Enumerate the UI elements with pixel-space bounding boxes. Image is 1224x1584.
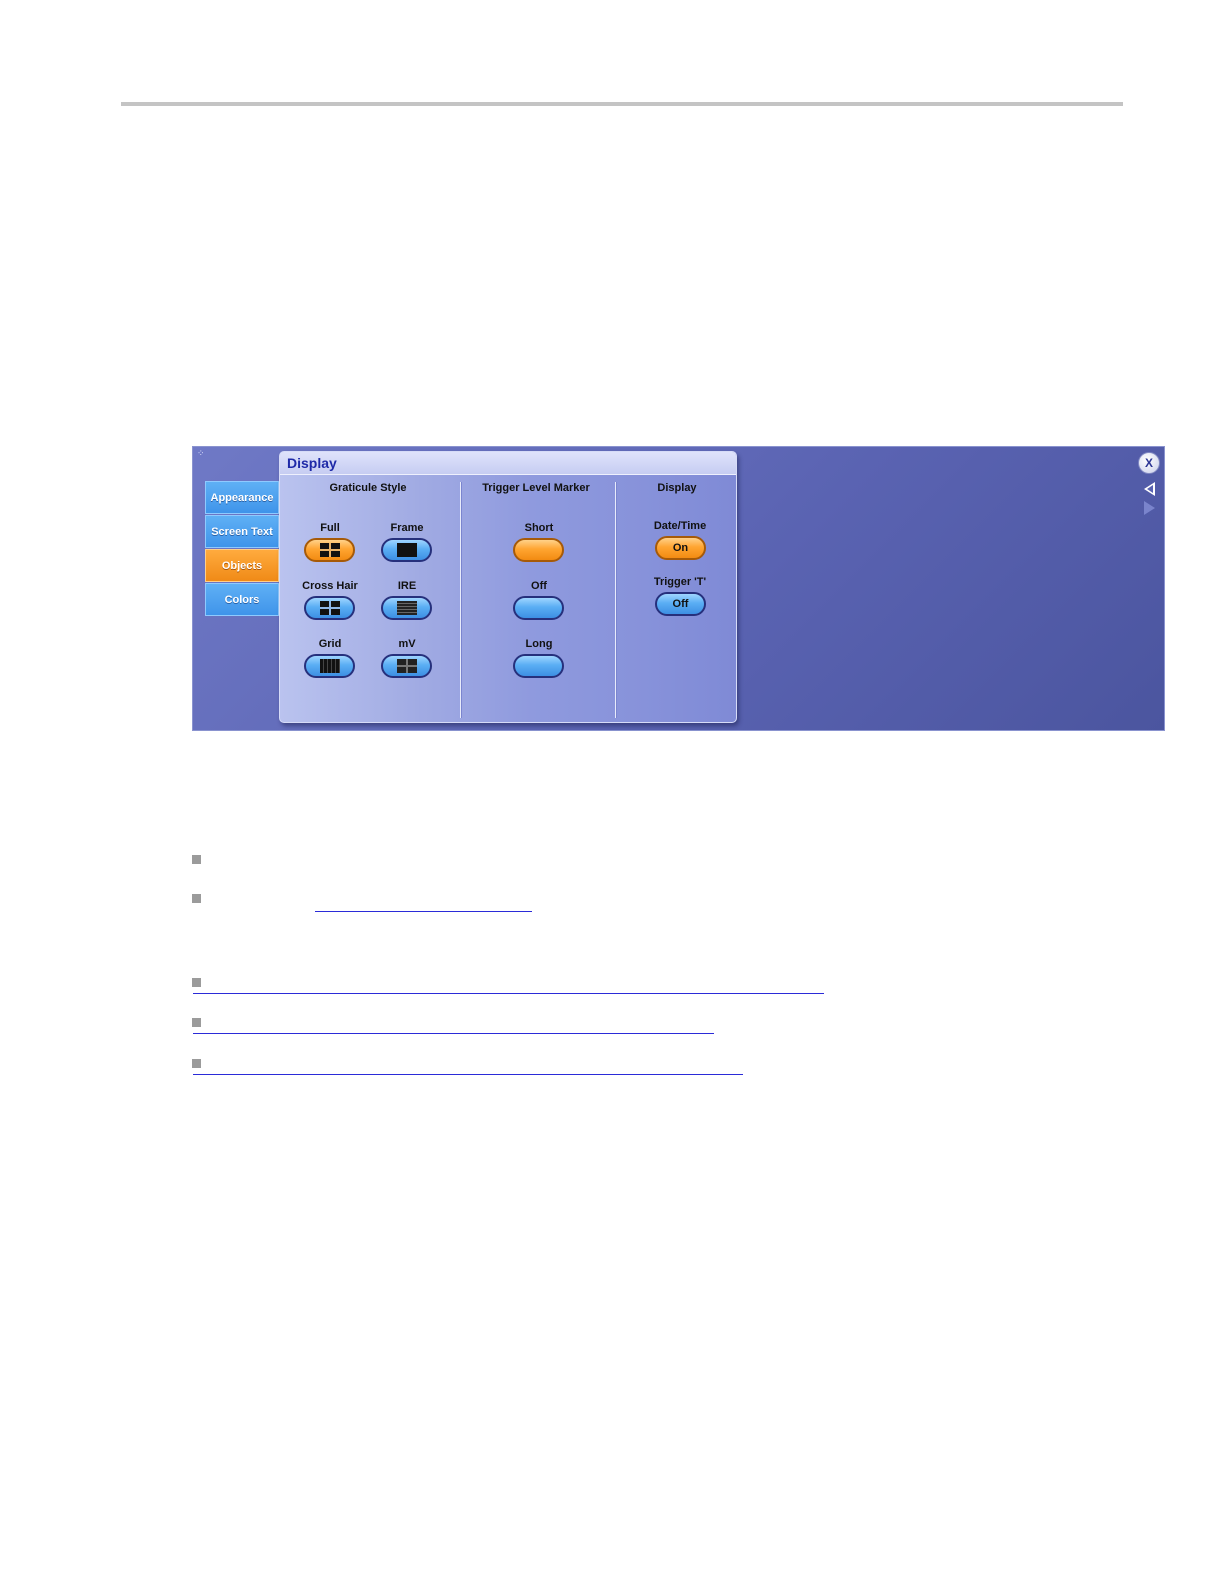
tab-colors[interactable]: Colors — [205, 583, 279, 616]
display-window: Display Graticule Style Full Frame Cross… — [279, 451, 737, 723]
marker-short-button[interactable] — [513, 538, 564, 562]
section-divider — [615, 482, 616, 718]
grid-graticule-icon — [319, 659, 340, 673]
graticule-frame-button[interactable] — [381, 538, 432, 562]
tab-screen-text[interactable]: Screen Text — [205, 515, 279, 548]
display-control-panel: ⁘ Appearance Screen Text Objects Colors … — [192, 446, 1165, 731]
off-label: Off — [531, 580, 547, 592]
full-graticule-icon — [319, 543, 340, 557]
tab-appearance[interactable]: Appearance — [205, 481, 279, 514]
ire-graticule-icon — [396, 601, 417, 615]
trigger-level-marker-heading: Trigger Level Marker — [482, 482, 590, 494]
window-title: Display — [280, 452, 736, 475]
trigger-t-toggle[interactable]: Off — [655, 592, 706, 616]
display-heading: Display — [657, 482, 697, 494]
link-underline[interactable] — [193, 1033, 714, 1034]
close-icon[interactable]: X — [1138, 452, 1160, 474]
short-label: Short — [524, 522, 554, 534]
tab-list: Appearance Screen Text Objects Colors — [205, 481, 279, 617]
link-underline[interactable] — [193, 1074, 743, 1075]
long-label: Long — [525, 638, 553, 650]
frame-label: Frame — [390, 522, 424, 534]
frame-graticule-icon — [396, 543, 417, 557]
arrow-left-icon[interactable] — [1144, 482, 1155, 496]
bullet-icon — [192, 978, 201, 987]
graticule-mv-button[interactable] — [381, 654, 432, 678]
mv-label: mV — [398, 638, 416, 650]
section-divider — [460, 482, 461, 718]
bullet-icon — [192, 855, 201, 864]
cross-hair-graticule-icon — [319, 601, 340, 615]
full-label: Full — [320, 522, 340, 534]
grip-icon[interactable]: ⁘ — [197, 449, 204, 458]
bullet-icon — [192, 894, 201, 903]
graticule-grid-button[interactable] — [304, 654, 355, 678]
bullet-icon — [192, 1059, 201, 1068]
marker-off-button[interactable] — [513, 596, 564, 620]
top-rule — [121, 102, 1123, 106]
date-time-toggle[interactable]: On — [655, 536, 706, 560]
mv-graticule-icon — [396, 659, 417, 673]
graticule-ire-button[interactable] — [381, 596, 432, 620]
graticule-style-heading: Graticule Style — [329, 482, 407, 494]
marker-long-button[interactable] — [513, 654, 564, 678]
grid-label: Grid — [318, 638, 342, 650]
graticule-cross-hair-button[interactable] — [304, 596, 355, 620]
link-underline[interactable] — [315, 911, 532, 912]
trigger-t-label: Trigger 'T' — [653, 576, 707, 588]
bullet-icon — [192, 1018, 201, 1027]
graticule-full-button[interactable] — [304, 538, 355, 562]
arrow-right-icon[interactable] — [1144, 501, 1155, 515]
link-underline[interactable] — [193, 993, 824, 994]
ire-label: IRE — [397, 580, 417, 592]
tab-objects[interactable]: Objects — [205, 549, 279, 582]
date-time-label: Date/Time — [653, 520, 707, 532]
cross-hair-label: Cross Hair — [302, 580, 358, 592]
